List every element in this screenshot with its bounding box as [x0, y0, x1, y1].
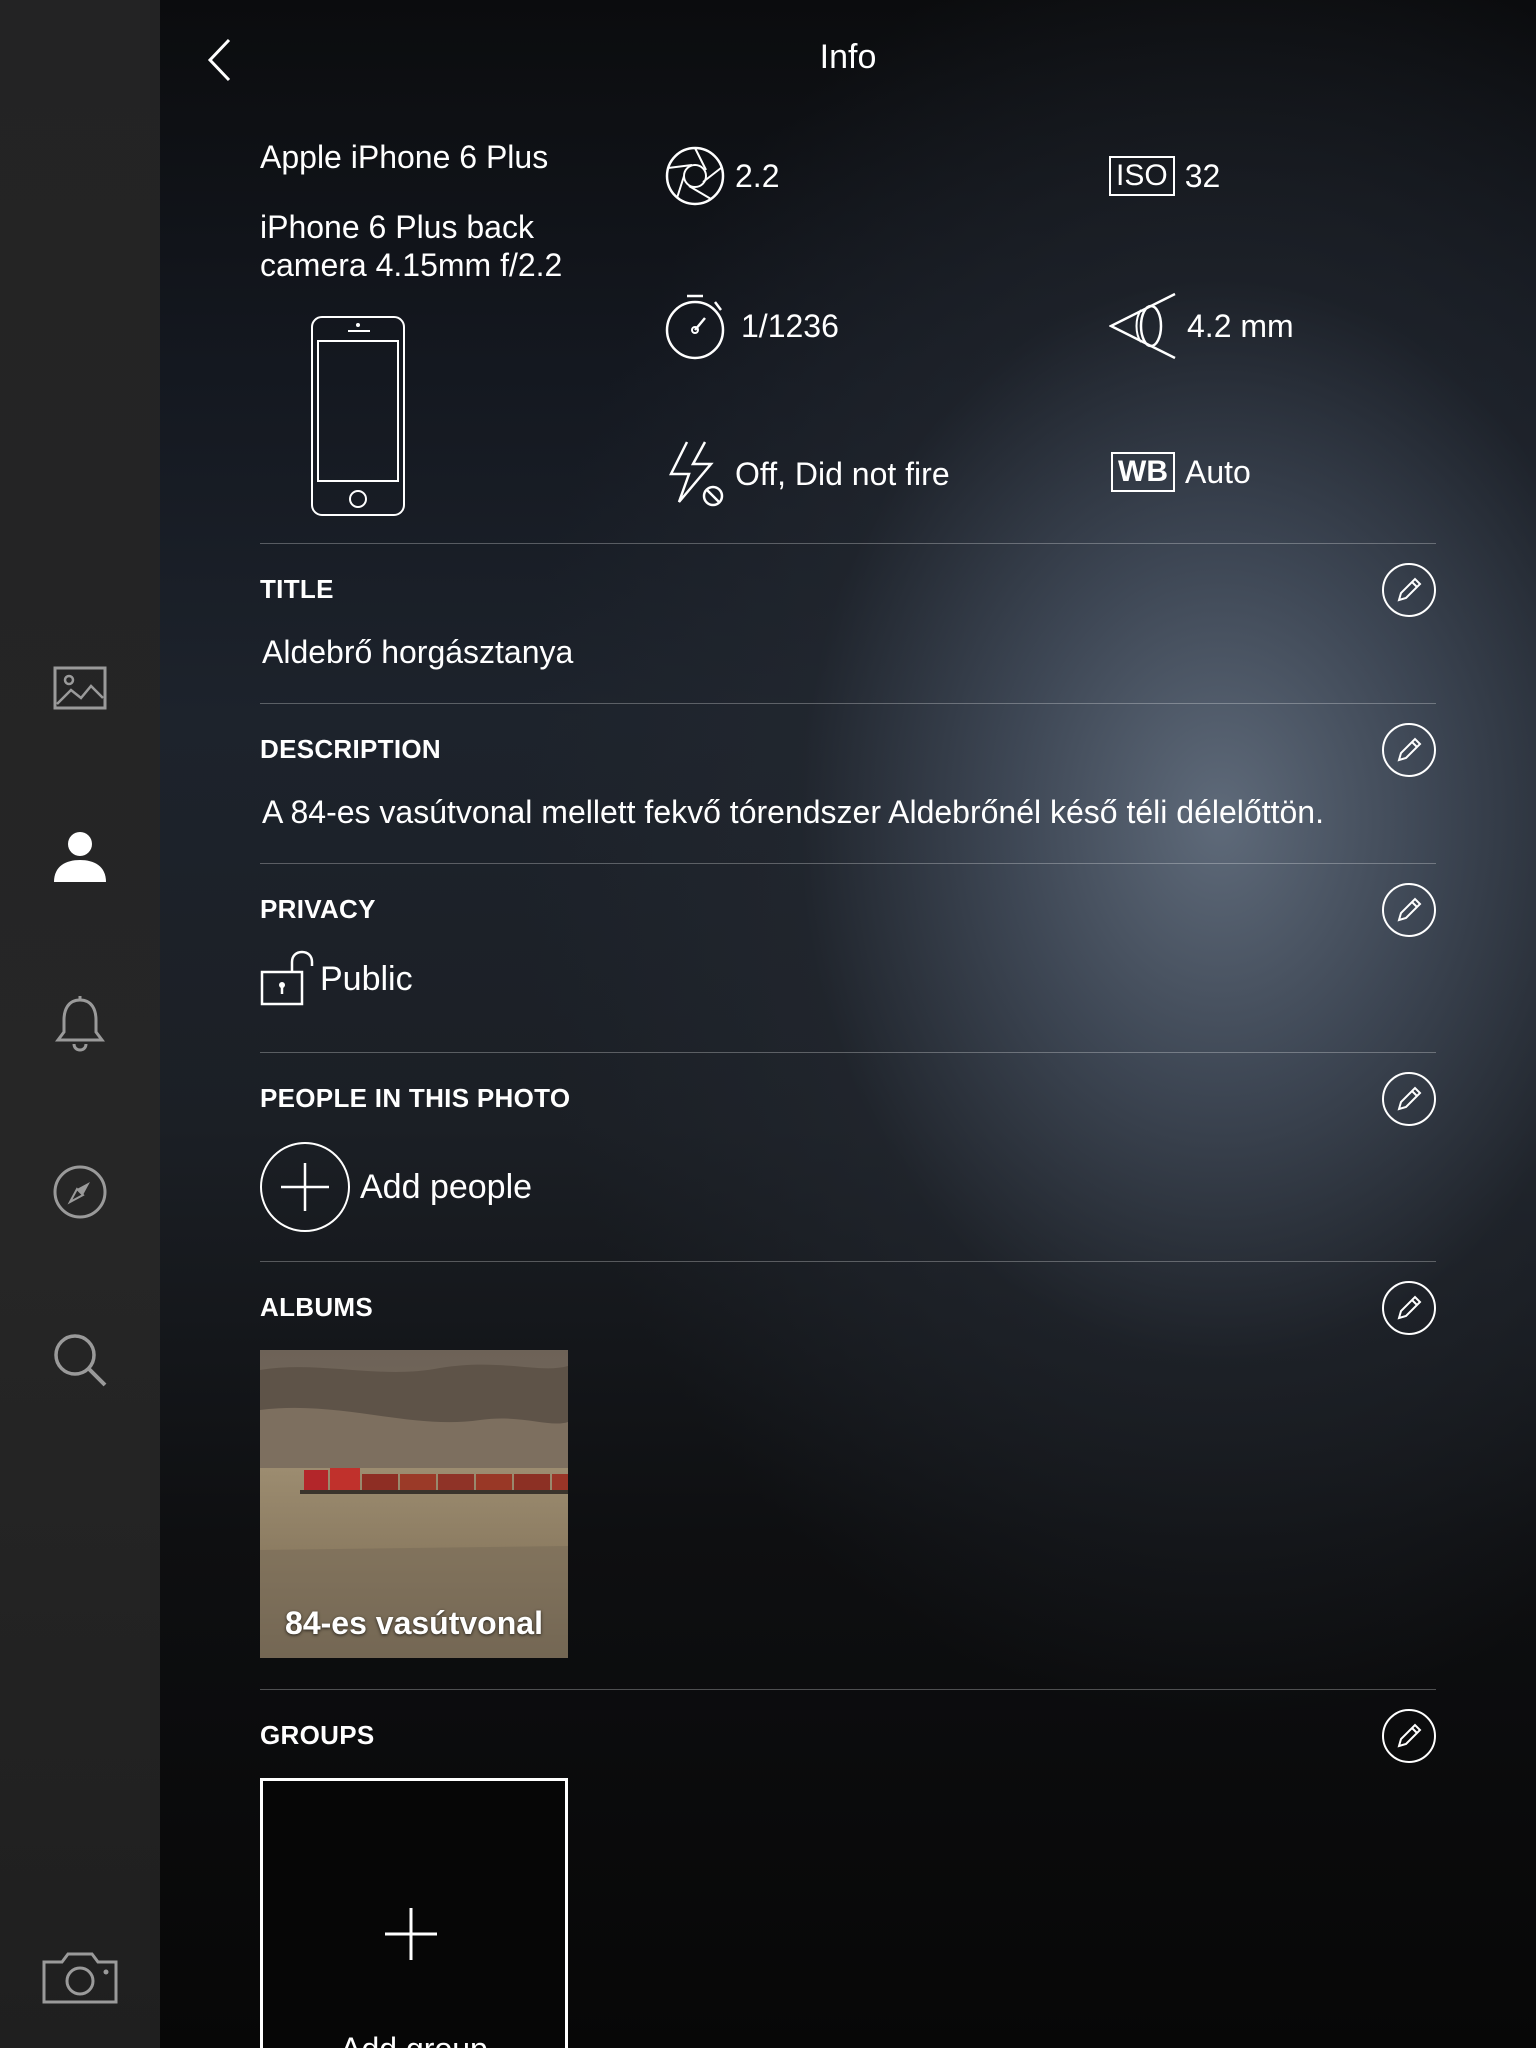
- album-name: 84-es vasútvonal: [285, 1605, 543, 1641]
- edit-privacy-button[interactable]: [1382, 883, 1436, 937]
- aperture-value: 2.2: [735, 157, 780, 194]
- sidebar: [0, 0, 160, 2048]
- eye-cone-icon: [1109, 292, 1177, 360]
- flash-value: Off, Did not fire: [735, 455, 950, 492]
- pencil-icon: [1397, 577, 1422, 602]
- exif-flash: Off, Did not fire: [665, 440, 950, 508]
- camera-info: Apple iPhone 6 Plus iPhone 6 Plus back c…: [260, 138, 620, 284]
- wb-badge: WB: [1111, 452, 1175, 492]
- plus-circle-icon: [260, 1142, 350, 1232]
- edit-groups-button[interactable]: [1382, 1709, 1436, 1763]
- pencil-icon: [1397, 897, 1422, 922]
- focal-length-value: 4.2 mm: [1187, 307, 1294, 344]
- divider: [260, 863, 1436, 864]
- edit-description-button[interactable]: [1382, 723, 1436, 777]
- white-balance-value: Auto: [1184, 453, 1251, 490]
- divider: [260, 1052, 1436, 1053]
- exif-focal-length: 4.2 mm: [1109, 292, 1294, 360]
- sidebar-item-notifications[interactable]: [40, 984, 120, 1064]
- sidebar-item-photos[interactable]: [40, 648, 120, 728]
- phone-illustration: [310, 315, 406, 522]
- sidebar-item-discover[interactable]: [40, 1152, 120, 1232]
- exif-white-balance: WB Auto: [1111, 452, 1251, 492]
- privacy-value-row: Public: [260, 950, 413, 1008]
- edit-title-button[interactable]: [1382, 563, 1436, 617]
- edit-albums-button[interactable]: [1382, 1281, 1436, 1335]
- add-group-button[interactable]: Add group: [260, 1778, 568, 2048]
- title-label: TITLE: [260, 574, 334, 604]
- privacy-value: Public: [320, 959, 413, 998]
- stopwatch-icon: [665, 292, 731, 360]
- exif-aperture: 2.2: [665, 146, 779, 206]
- exif-iso: ISO 32: [1109, 156, 1220, 196]
- pencil-icon: [1397, 1295, 1422, 1320]
- people-label: PEOPLE IN THIS PHOTO: [260, 1083, 571, 1113]
- pencil-icon: [1397, 1723, 1422, 1748]
- camera-model: Apple iPhone 6 Plus: [260, 139, 549, 175]
- shutter-value: 1/1236: [741, 307, 839, 344]
- iso-badge: ISO: [1109, 156, 1175, 196]
- unlock-icon: [260, 950, 314, 1006]
- groups-label: GROUPS: [260, 1720, 375, 1750]
- add-people-button[interactable]: Add people: [260, 1142, 532, 1232]
- camera-button[interactable]: [40, 1938, 120, 2018]
- search-icon: [54, 1334, 107, 1387]
- description-label: DESCRIPTION: [260, 734, 441, 764]
- albums-label: ALBUMS: [260, 1292, 374, 1322]
- add-people-label: Add people: [360, 1167, 533, 1206]
- divider: [260, 1689, 1436, 1690]
- plus-icon: [385, 1908, 437, 1960]
- sidebar-item-profile[interactable]: [40, 816, 120, 896]
- exif-shutter: 1/1236: [665, 292, 839, 360]
- privacy-label: PRIVACY: [260, 894, 376, 924]
- description-value: A 84-es vasútvonal mellett fekvő tórends…: [262, 794, 1324, 830]
- phone-icon: [311, 316, 405, 516]
- pencil-icon: [1397, 737, 1422, 762]
- divider: [260, 703, 1436, 704]
- bell-icon: [55, 996, 105, 1052]
- image-icon: [53, 666, 107, 710]
- divider: [260, 543, 1436, 544]
- divider: [260, 1261, 1436, 1262]
- title-value: Aldebrő horgásztanya: [262, 634, 574, 670]
- person-icon: [54, 832, 106, 882]
- compass-icon: [53, 1165, 107, 1219]
- camera-lens: iPhone 6 Plus back camera 4.15mm f/2.2: [260, 209, 563, 283]
- info-panel: Info Apple iPhone 6 Plus iPhone 6 Plus b…: [160, 0, 1536, 2048]
- album-tile[interactable]: 84-es vasútvonal: [260, 1350, 568, 1658]
- add-group-label: Add group: [263, 2031, 565, 2048]
- edit-people-button[interactable]: [1382, 1072, 1436, 1126]
- pencil-icon: [1397, 1086, 1422, 1111]
- iso-value: 32: [1184, 157, 1221, 194]
- flash-off-icon: [665, 440, 725, 508]
- sidebar-item-search[interactable]: [40, 1320, 120, 1400]
- camera-icon: [42, 1952, 118, 2004]
- aperture-icon: [665, 146, 725, 206]
- page-title: Info: [819, 38, 877, 76]
